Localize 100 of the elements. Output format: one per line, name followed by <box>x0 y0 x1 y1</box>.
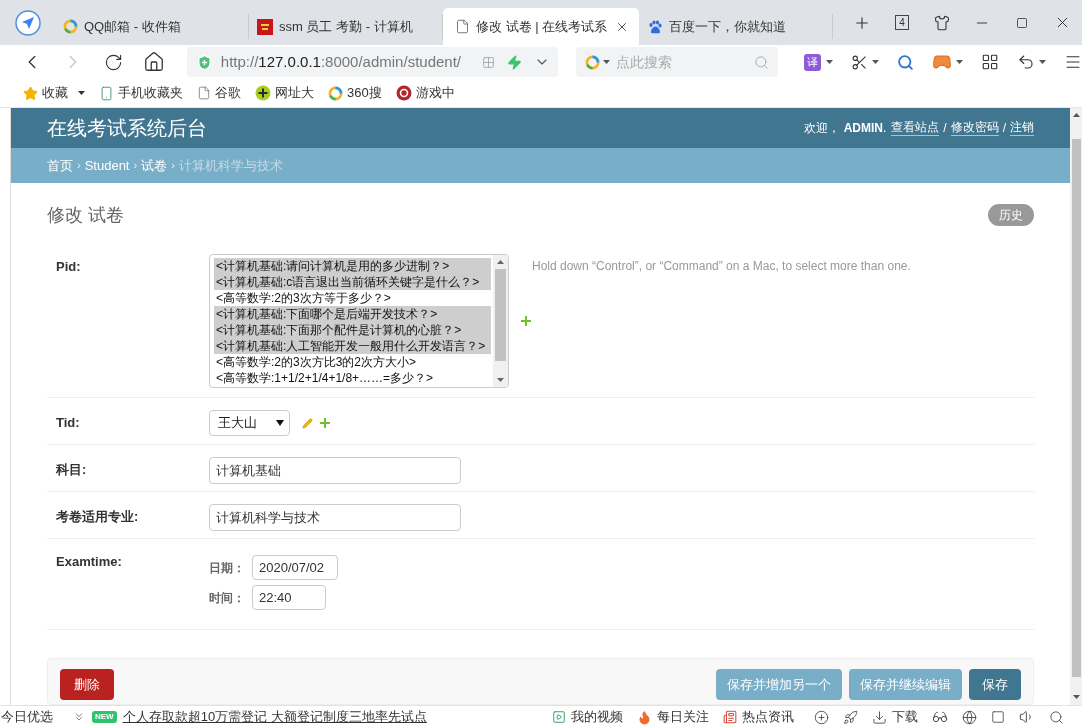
welcome-text: 欢迎， ADMIN. <box>804 120 887 137</box>
list-scrollbar[interactable] <box>493 255 508 387</box>
date-label: 日期： <box>209 559 246 577</box>
menu-icon[interactable] <box>1063 53 1082 71</box>
save-button[interactable]: 保存 <box>969 669 1021 700</box>
breadcrumb-separator: › <box>171 158 175 174</box>
select-field[interactable]: 王大山 <box>209 410 290 436</box>
status-label[interactable]: 今日优选 <box>1 707 53 727</box>
house-icon[interactable] <box>143 51 166 73</box>
time-label: 时间： <box>209 589 246 607</box>
scroll-up-arrow-icon[interactable] <box>497 260 504 264</box>
breadcrumb-separator: › <box>77 158 81 174</box>
site-title: 在线考试系统后台 <box>47 116 207 141</box>
bookmark-item[interactable]: 收藏 <box>23 83 85 103</box>
ring-icon <box>328 85 343 101</box>
status-bar-item[interactable]: 每日关注 <box>637 707 709 727</box>
user-tool-link[interactable]: 修改密码 <box>950 120 999 136</box>
scrollbar-thumb[interactable] <box>495 269 506 361</box>
ring-logo-icon <box>63 19 78 34</box>
date-field[interactable]: 2020/07/02 <box>252 555 338 580</box>
square-icon[interactable] <box>991 710 1005 724</box>
scroll-up-arrow-icon[interactable] <box>1072 113 1080 117</box>
shirt-icon[interactable] <box>934 14 950 31</box>
list-option[interactable]: <计算机基础:人工智能开发一般用什么开发语言？> <box>214 338 491 354</box>
scissors-icon[interactable] <box>850 53 868 71</box>
breadcrumb-current: 计算机科学与技术 <box>178 156 283 175</box>
bookmark-item[interactable]: 网址大 <box>255 83 314 103</box>
bookmark-item[interactable]: 游戏中 <box>395 83 455 103</box>
globe-icon[interactable] <box>962 709 977 725</box>
search-icon[interactable] <box>1049 709 1064 725</box>
delete-button[interactable]: 删除 <box>60 669 114 700</box>
address-field[interactable]: http://127.0.0.1:8000/admin/student/ <box>186 47 559 77</box>
undo-arrow-icon[interactable] <box>1016 53 1035 71</box>
rocket-icon[interactable] <box>843 709 858 725</box>
circular-arrow-icon[interactable] <box>104 52 124 72</box>
maximize-icon[interactable] <box>1016 16 1028 29</box>
user-tool-link[interactable]: 查看站点 <box>891 120 940 136</box>
glasses-icon[interactable] <box>932 709 948 725</box>
status-bar-item[interactable]: 我的视频 <box>552 707 623 727</box>
ring-logo-icon <box>585 54 601 70</box>
field-label: Tid: <box>56 414 81 432</box>
double-chevron-icon[interactable] <box>73 711 85 723</box>
circle-plus-icon[interactable] <box>814 709 829 725</box>
page-scrollbar[interactable] <box>1070 108 1082 705</box>
field-label: 科目: <box>56 461 88 479</box>
help-text: Hold down “Control”, or “Command” on a Mac, to select more than one. <box>532 258 911 275</box>
browser-tab[interactable]: ssm 员工 考勤 - 计算机 <box>249 14 443 39</box>
news-headline-link[interactable]: 个人存取款超10万需登记 大额登记制度三地率先试点 <box>122 707 427 727</box>
list-option[interactable]: <计算机基础:c语言退出当前循环关键字是什么？> <box>214 274 491 290</box>
status-bar-item[interactable]: 热点资讯 <box>723 707 794 727</box>
scroll-down-arrow-icon[interactable] <box>497 378 504 382</box>
new-tag: NEW <box>92 711 117 723</box>
browser-tab[interactable]: 修改 试卷 | 在线考试系 <box>443 8 639 45</box>
caret-down-icon[interactable] <box>871 60 879 64</box>
document-icon <box>197 86 211 100</box>
scroll-down-arrow-icon[interactable] <box>1072 695 1080 699</box>
browser-tab[interactable]: QQ邮箱 - 收件箱 <box>55 14 249 39</box>
dropdown-arrow-icon[interactable] <box>276 420 284 426</box>
search-field[interactable]: 点此搜索 <box>576 47 778 77</box>
caret-down-icon[interactable] <box>603 60 611 64</box>
phone-icon <box>99 85 114 101</box>
text-field[interactable]: 计算机基础 <box>209 457 461 484</box>
list-option[interactable]: <计算机基础:下面哪个是后端开发技术？> <box>214 306 491 322</box>
search-input[interactable]: 点此搜索 <box>616 51 747 73</box>
scrollbar-thumb[interactable] <box>1071 139 1081 677</box>
caret-down-icon[interactable] <box>1038 60 1046 64</box>
bookmark-item[interactable]: 360搜 <box>328 83 382 103</box>
tab-count-button[interactable]: 4 <box>895 15 909 30</box>
bookmark-item[interactable]: 手机收藏夹 <box>99 83 183 103</box>
field-label: 考卷适用专业: <box>56 508 140 526</box>
caret-down-icon[interactable] <box>955 60 963 64</box>
link-separator: / <box>1002 120 1006 137</box>
play-icon <box>552 710 566 724</box>
bookmark-item[interactable]: 谷歌 <box>197 83 241 103</box>
user-tool-link[interactable]: 注销 <box>1010 120 1034 136</box>
magnifier-icon[interactable] <box>896 53 914 71</box>
list-option[interactable]: <计算机基础:请问计算机是用的多少进制？> <box>214 258 491 274</box>
browser-tab[interactable]: 百度一下，你就知道 <box>639 14 833 39</box>
text-field[interactable]: 计算机科学与技术 <box>209 504 461 531</box>
download-icon[interactable] <box>872 709 887 725</box>
disc-logo-icon <box>395 85 412 101</box>
multi-select-list[interactable]: <计算机基础:请问计算机是用的多少进制？> <计算机基础:c语言退出当前循环关键字是什么？> <高等数学:2的3次方等于多少？> <计算机基础:下面哪个是后端开发技术？> <计算机基础:下面那个配件是计算机的心脏？> <计算机基础:人工智能开发一般用什么开发语言？> <高等数学:2的3次方比3的2次方大小> <高等数学:1+1/2+1/4+1/8+……=多少？> <box>209 254 509 388</box>
translate-button[interactable]: 译 <box>803 53 821 71</box>
plus-circle-icon <box>255 85 271 101</box>
caret-down-icon[interactable] <box>78 91 85 95</box>
time-field[interactable]: 22:40 <box>252 585 326 610</box>
paw-icon <box>647 18 663 35</box>
url-text: http://127.0.0.1:8000/admin/student/ <box>220 51 461 72</box>
list-option[interactable]: <计算机基础:下面那个配件是计算机的心脏？> <box>214 322 491 338</box>
grid-icon[interactable] <box>980 53 999 71</box>
square-logo-icon <box>257 18 273 35</box>
breadcrumb-separator: › <box>133 158 138 174</box>
download-button[interactable]: 下载 <box>872 707 918 727</box>
field-label: Pid: <box>56 258 82 276</box>
newspaper-icon <box>723 710 737 724</box>
link-separator: / <box>943 120 947 137</box>
field-label: Examtime: <box>56 553 123 571</box>
flame-icon <box>637 709 652 725</box>
document-icon <box>455 19 470 34</box>
caret-down-icon[interactable] <box>825 60 833 64</box>
